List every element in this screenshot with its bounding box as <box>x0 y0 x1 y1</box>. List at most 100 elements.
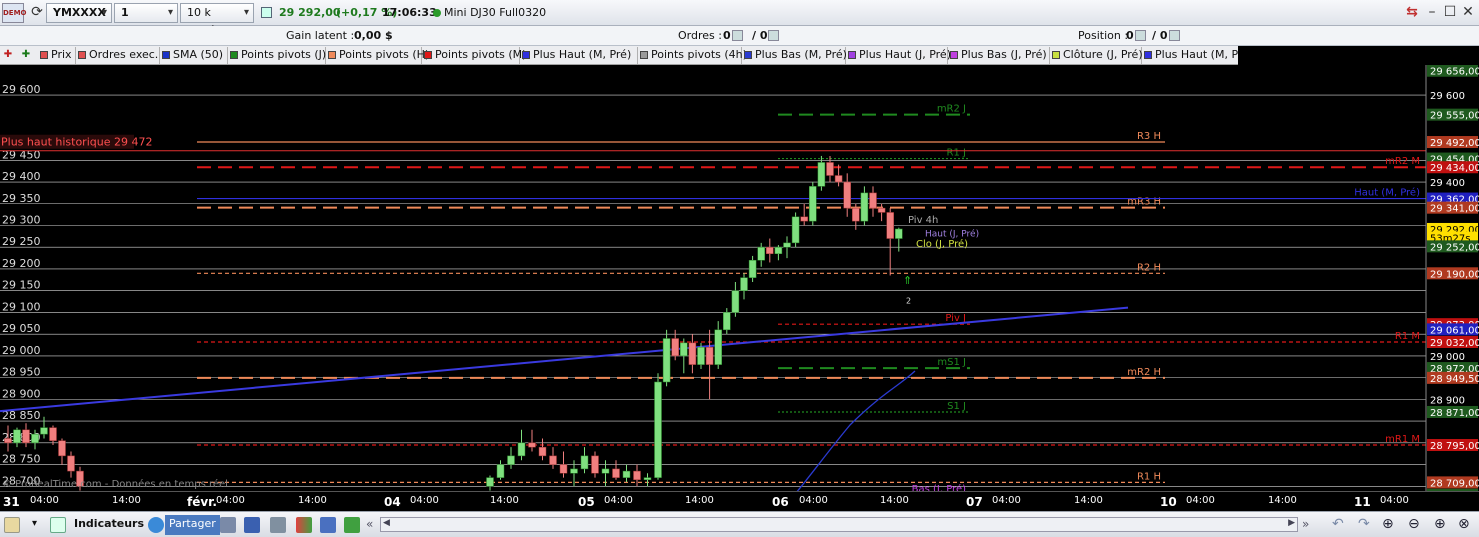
maximize-icon[interactable]: ☐ <box>1441 4 1459 22</box>
candle-body[interactable] <box>507 455 515 465</box>
candle-body[interactable] <box>570 468 578 474</box>
indicators-button[interactable]: Indicateurs <box>70 515 144 535</box>
candle-body[interactable] <box>791 216 800 244</box>
close-icon[interactable]: ✕ <box>1459 4 1477 22</box>
candle-body[interactable] <box>723 312 731 331</box>
scroll-right-icon[interactable]: ▶ <box>1288 518 1295 528</box>
candle-body[interactable] <box>740 277 748 291</box>
export-icon[interactable] <box>344 517 360 533</box>
drawing-tools-dropdown-icon[interactable]: ▾ <box>32 518 37 529</box>
orders-cancel-icon[interactable] <box>732 30 743 41</box>
candle-body[interactable] <box>40 427 48 435</box>
undo-icon[interactable]: ↶ <box>1332 516 1344 532</box>
candle-body[interactable] <box>766 246 774 254</box>
candle-body[interactable] <box>731 290 740 313</box>
chart-area[interactable]: 29 600 29 450 29 400 29 350 29 300 29 250 29 2… <box>0 65 1479 491</box>
horizontal-scrollbar[interactable]: ◀ ▶ <box>380 517 1298 532</box>
refresh-icon[interactable]: ⇆ <box>1403 4 1421 22</box>
candle-body[interactable] <box>612 468 620 478</box>
candle-body[interactable] <box>705 346 714 365</box>
indicators-icon[interactable] <box>50 517 66 533</box>
legend-item[interactable]: Points pivots (H) <box>326 47 429 64</box>
time-axis[interactable]: 31 04:00 14:00 févr. 04:00 14:00 04 04:00 14:00 0… <box>0 491 1479 511</box>
candle-body[interactable] <box>869 192 877 209</box>
zoom-reset-icon[interactable]: ⊗ <box>1458 516 1470 532</box>
candle-body[interactable] <box>580 455 589 470</box>
redo-icon[interactable]: ↷ <box>1358 516 1370 532</box>
candle-body[interactable] <box>486 477 494 487</box>
candle-body[interactable] <box>67 455 75 472</box>
candle-body[interactable] <box>517 442 526 457</box>
units-select[interactable]: 10 k unités <box>180 3 254 37</box>
candle-body[interactable] <box>559 464 568 474</box>
position-cancel-icon[interactable] <box>1135 30 1146 41</box>
chart-style-icon[interactable] <box>220 517 236 533</box>
share-button[interactable]: Partager <box>165 515 220 535</box>
legend-item[interactable]: Plus Bas (J, Pré) <box>948 47 1050 64</box>
drawing-tools-icon[interactable] <box>4 517 20 533</box>
candle-body[interactable] <box>809 186 817 222</box>
candle-body[interactable] <box>4 438 12 444</box>
candle-body[interactable] <box>496 464 505 478</box>
candle-body[interactable] <box>58 440 66 457</box>
candle-body[interactable] <box>757 246 765 261</box>
position-close-icon[interactable] <box>1169 30 1180 41</box>
candle-body[interactable] <box>688 342 697 365</box>
candle-body[interactable] <box>714 329 722 365</box>
legend-item[interactable]: Prix <box>38 47 76 64</box>
scroll-end-icon[interactable]: » <box>1302 517 1309 531</box>
candle-body[interactable] <box>643 477 652 481</box>
candle-body[interactable] <box>549 455 557 465</box>
candle-body[interactable] <box>886 212 894 239</box>
price-chart[interactable]: 29 60029 45029 40029 35029 30029 25029 2… <box>0 65 1479 491</box>
restore-icon[interactable]: ⟳ <box>28 4 46 22</box>
candle-body[interactable] <box>13 429 21 444</box>
candle-body[interactable] <box>601 468 610 474</box>
legend-item[interactable]: Plus Bas (M, Pré) <box>742 47 847 64</box>
remove-indicator-icon[interactable]: ✚ <box>2 49 14 61</box>
candle-body[interactable] <box>654 381 662 478</box>
candle-body[interactable] <box>22 429 30 444</box>
candle-body[interactable] <box>877 207 886 213</box>
zoom-in-icon[interactable]: ⊕ <box>1434 516 1446 532</box>
candle-body[interactable] <box>817 162 826 187</box>
candle-body[interactable] <box>843 181 851 209</box>
legend-item[interactable]: Clôture (J, Pré) <box>1050 47 1143 64</box>
legend-item[interactable]: Plus Haut (J, Pré) <box>846 47 951 64</box>
add-indicator-icon[interactable]: ✚ <box>20 49 32 61</box>
candle-body[interactable] <box>49 427 57 441</box>
candle-body[interactable] <box>633 470 641 481</box>
candle-body[interactable] <box>528 442 536 448</box>
print-icon[interactable] <box>270 517 286 533</box>
window-icon[interactable] <box>320 517 336 533</box>
candle-body[interactable] <box>680 342 688 357</box>
minimize-icon[interactable]: – <box>1423 4 1441 22</box>
candle-body[interactable] <box>697 346 705 365</box>
legend-item[interactable]: Points pivots (4h) <box>638 47 747 64</box>
legend-item[interactable]: Plus Haut (M, Pré) <box>520 47 638 64</box>
legend-item[interactable]: Points pivots (J) <box>228 47 326 64</box>
candle-body[interactable] <box>774 246 783 254</box>
color-grid-icon[interactable] <box>296 517 312 533</box>
candle-body[interactable] <box>591 455 599 474</box>
candle-body[interactable] <box>538 446 547 457</box>
symbol-select[interactable]: YMXXXX <box>46 3 112 23</box>
scroll-left-icon[interactable]: ◀ <box>383 518 390 528</box>
candle-body[interactable] <box>662 338 671 383</box>
scroll-left-fast-icon[interactable]: « <box>366 517 373 531</box>
candle-body[interactable] <box>895 228 903 239</box>
candle-body[interactable] <box>783 242 791 248</box>
candle-body[interactable] <box>834 175 843 183</box>
zoom-fit-icon[interactable]: ⊕ <box>1382 516 1394 532</box>
orders-close-icon[interactable] <box>768 30 779 41</box>
legend-item[interactable]: Plus Haut (M, Pré) <box>1142 47 1238 64</box>
candle-body[interactable] <box>826 162 834 176</box>
candle-body[interactable] <box>622 470 631 478</box>
zoom-out-icon[interactable]: ⊖ <box>1408 516 1420 532</box>
candle-body[interactable] <box>671 338 679 357</box>
candle-body[interactable] <box>860 192 869 222</box>
candle-body[interactable] <box>748 260 757 278</box>
legend-item[interactable]: Ordres exec. <box>76 47 160 64</box>
legend-item[interactable]: Points pivots (M) <box>422 47 526 64</box>
candle-body[interactable] <box>31 433 39 444</box>
